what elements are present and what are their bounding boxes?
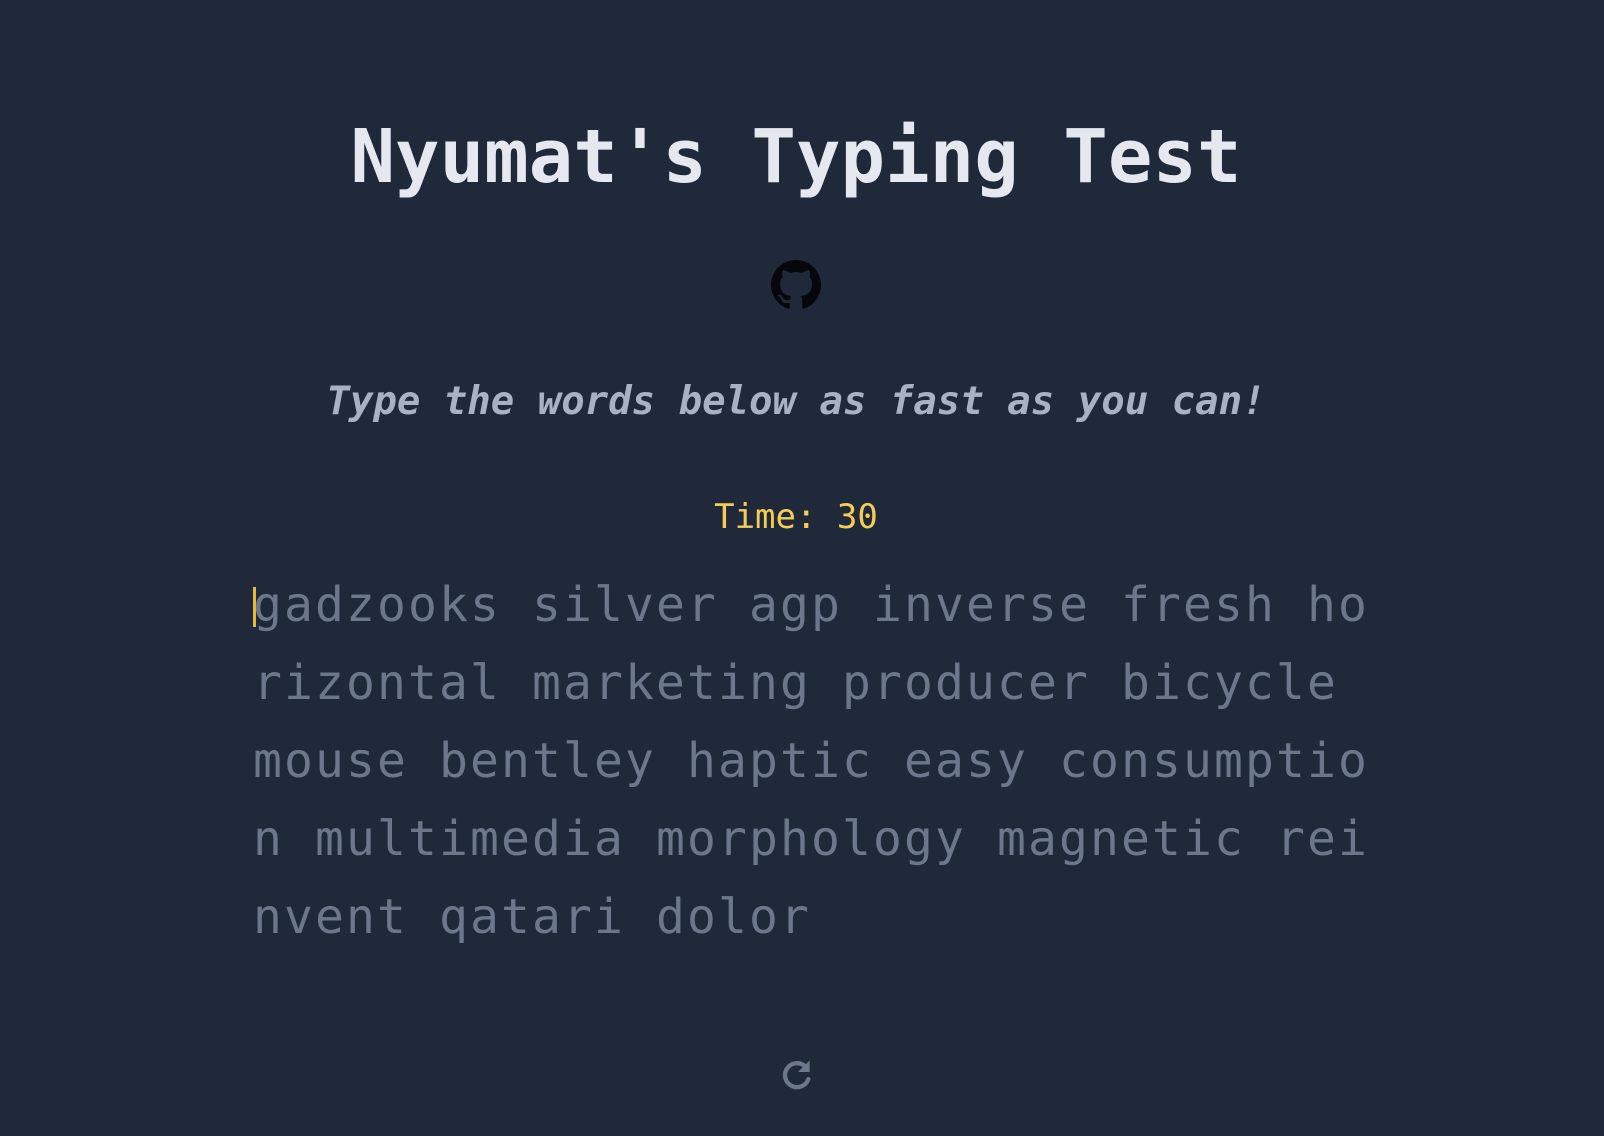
timer-display: Time: 30: [714, 497, 878, 537]
typing-test-page: Nyumat's Typing Test Type the words belo…: [0, 0, 1604, 1136]
word-list: gadzooks silver agp inverse fresh horizo…: [253, 577, 1369, 945]
page-title: Nyumat's Typing Test: [350, 114, 1242, 200]
instructions-text: Type the words below as fast as you can!: [326, 379, 1266, 424]
github-link[interactable]: [771, 260, 821, 310]
reload-icon: [782, 1060, 811, 1090]
github-icon: [771, 260, 821, 309]
restart-button[interactable]: [777, 1055, 817, 1095]
typing-area[interactable]: gadzooks silver agp inverse fresh horizo…: [253, 566, 1379, 956]
